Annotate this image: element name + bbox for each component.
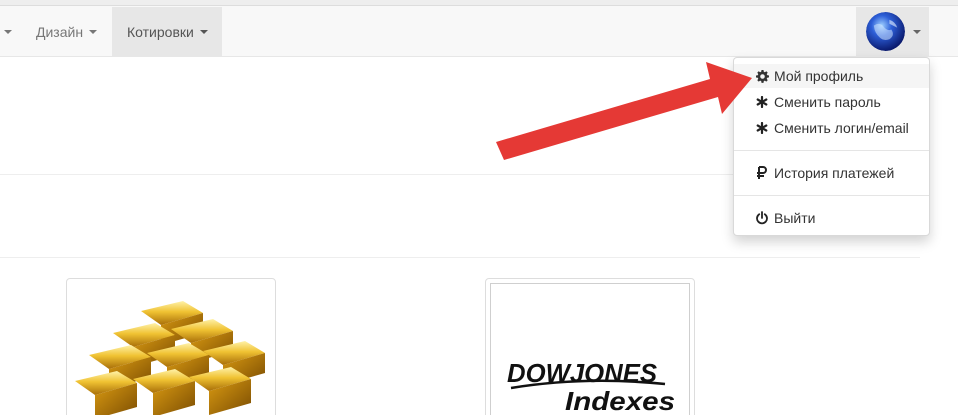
power-icon [754, 210, 770, 226]
top-navbar: Дизайн Котировки [0, 0, 958, 57]
nav-item-label: Котировки [127, 23, 194, 40]
menu-item-payment-history[interactable]: История платежей [734, 161, 929, 185]
nav-item-design[interactable]: Дизайн [20, 7, 112, 56]
ruble-icon [754, 165, 770, 181]
chevron-down-icon [89, 29, 98, 34]
globe-avatar-icon [866, 12, 905, 51]
chevron-down-icon [4, 29, 12, 34]
nav-dropdown-partial[interactable] [0, 7, 20, 56]
menu-item-change-login[interactable]: Сменить логин/email [734, 116, 929, 140]
nav-item-quotes[interactable]: Котировки [112, 7, 222, 56]
logo-line1: DOWJONES [507, 358, 658, 388]
section-divider [0, 257, 920, 258]
chevron-down-icon [913, 29, 921, 34]
menu-item-label: История платежей [774, 165, 895, 181]
gear-icon [754, 68, 770, 84]
menu-item-label: Сменить логин/email [774, 120, 909, 136]
menu-item-logout[interactable]: Выйти [734, 206, 929, 230]
dow-jones-thumbnail[interactable]: DOWJONES Indexes [485, 278, 695, 415]
menu-divider [734, 195, 929, 196]
gold-bars-thumbnail[interactable] [66, 278, 276, 415]
menu-divider [734, 150, 929, 151]
user-dropdown-menu: Мой профиль Сменить пароль Сменить логин… [733, 57, 930, 236]
menu-item-my-profile[interactable]: Мой профиль [734, 64, 929, 88]
asterisk-icon [754, 94, 770, 110]
asterisk-icon [754, 120, 770, 136]
menu-item-change-password[interactable]: Сменить пароль [734, 90, 929, 114]
arrow-shape [496, 62, 752, 160]
logo-line2: Indexes [565, 386, 675, 414]
gold-bars-image [75, 301, 265, 415]
menu-item-label: Сменить пароль [774, 94, 881, 110]
top-border [0, 0, 958, 6]
chevron-down-icon [199, 29, 208, 34]
menu-item-label: Выйти [774, 210, 816, 226]
user-menu-toggle[interactable] [856, 7, 929, 56]
dow-jones-indexes-logo: DOWJONES Indexes [507, 358, 675, 414]
nav-item-label: Дизайн [36, 23, 84, 40]
menu-item-label: Мой профиль [774, 68, 864, 84]
